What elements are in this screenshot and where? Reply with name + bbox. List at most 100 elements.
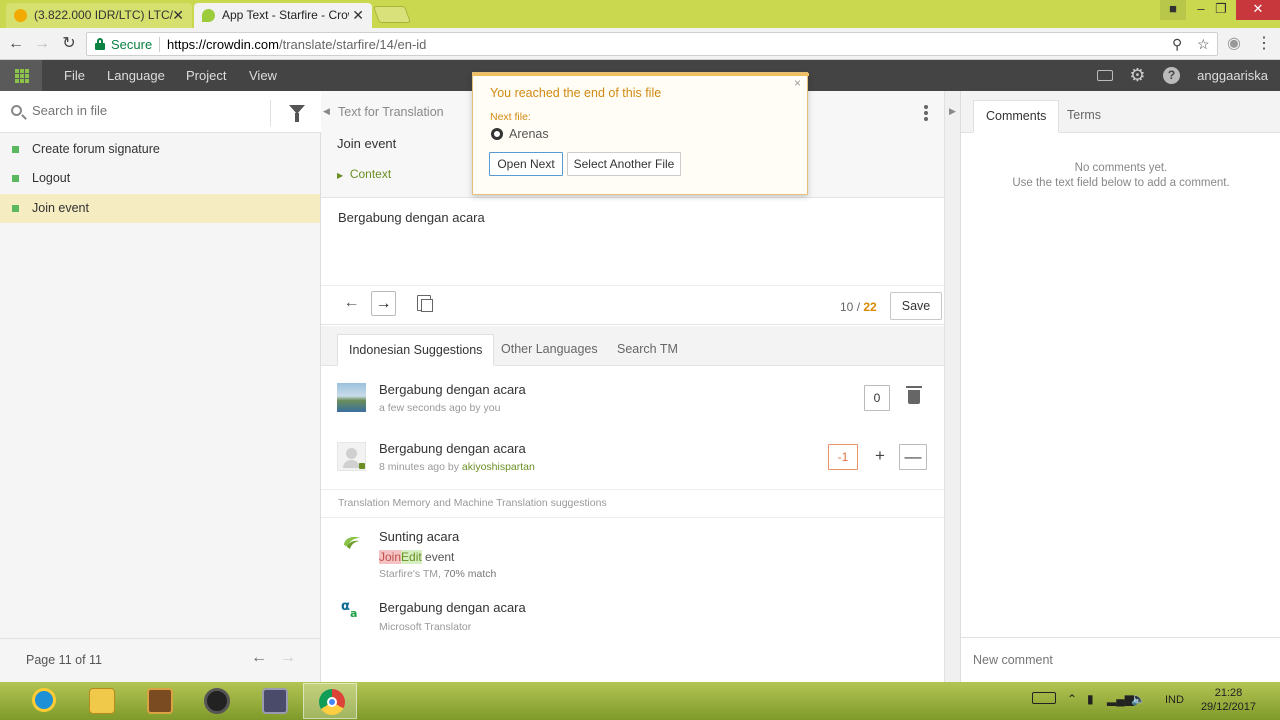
close-icon[interactable]: ✕ — [172, 3, 184, 28]
diff-rest: event — [421, 550, 455, 564]
collapse-left-icon[interactable]: ◀ — [323, 106, 330, 117]
string-row-join-event[interactable]: Join event — [0, 194, 320, 223]
tm-text[interactable]: Sunting acara — [379, 529, 459, 544]
user-icon[interactable]: ■ — [1160, 0, 1186, 20]
next-file-name[interactable]: Arenas — [509, 127, 549, 141]
system-tray: ⌃ ▮ ▂▄▆ 🔈 IND 21:28 29/12/2017 — [1020, 682, 1280, 720]
right-collapse-bar: ▶ — [944, 91, 960, 682]
string-row-logout[interactable]: Logout — [0, 164, 320, 193]
taskbar-app4[interactable] — [189, 683, 243, 719]
search-box — [0, 91, 321, 133]
apps-grid-icon[interactable] — [0, 60, 42, 91]
vote-down-icon[interactable]: — — [899, 444, 927, 470]
suggestion-meta: 8 minutes ago by akiyoshispartan — [379, 461, 535, 473]
mt-suggestion-item: α a Bergabung dengan acara Microsoft Tra… — [321, 589, 944, 659]
signal-icon[interactable]: ▂▄▆ — [1107, 692, 1134, 706]
chevron-up-icon[interactable]: ⌃ — [1067, 692, 1077, 706]
taskbar-ie[interactable] — [18, 683, 72, 719]
menu-view[interactable]: View — [249, 68, 277, 83]
end-of-file-popup: × You reached the end of this file Next … — [472, 72, 809, 195]
collapse-right-icon[interactable]: ▶ — [949, 106, 956, 117]
translated-status-icon — [12, 146, 19, 153]
back-icon[interactable]: ← — [7, 35, 25, 53]
search-input[interactable] — [32, 103, 262, 118]
battery-icon[interactable]: ▮ — [1087, 692, 1094, 706]
clock[interactable]: 21:28 29/12/2017 — [1201, 686, 1256, 714]
tm-source-diff: JoinEdit event — [379, 550, 454, 564]
zoom-icon[interactable]: ⚲ — [1172, 36, 1182, 53]
prev-page-icon[interactable]: ← — [251, 649, 267, 667]
extension-icon[interactable]: ◉ — [1225, 35, 1243, 53]
filter-icon[interactable] — [289, 105, 305, 122]
taskbar-explorer[interactable] — [74, 683, 128, 719]
new-tab-button[interactable] — [372, 6, 412, 23]
save-button[interactable]: Save — [890, 292, 942, 320]
tab-terms[interactable]: Terms — [1055, 100, 1113, 133]
tab-other-languages[interactable]: Other Languages — [490, 334, 609, 366]
no-comments-line2: Use the text field below to add a commen… — [1012, 177, 1230, 189]
menu-file[interactable]: File — [64, 68, 85, 83]
keyboard-icon[interactable] — [1097, 70, 1113, 81]
lock-icon — [95, 38, 105, 50]
reload-icon[interactable]: ↻ — [60, 35, 78, 53]
url-host: https://crowdin.com — [167, 37, 279, 52]
taskbar-app3[interactable] — [132, 683, 186, 719]
vote-up-icon[interactable]: + — [866, 444, 894, 470]
close-icon[interactable]: × — [794, 76, 801, 90]
url-text[interactable]: https://crowdin.com/translate/starfire/1… — [167, 37, 426, 52]
keyboard-icon[interactable] — [1032, 692, 1056, 704]
pagination: Page 11 of 11 ← → — [0, 638, 321, 682]
counter-total: 22 — [863, 300, 877, 314]
window-close-button[interactable]: ✕ — [1236, 0, 1280, 20]
editor-toolbar: ← → 10 / 22 Save — [321, 285, 944, 325]
mt-text[interactable]: Bergabung dengan acara — [379, 600, 526, 615]
menu-project[interactable]: Project — [186, 68, 226, 83]
volume-icon[interactable]: 🔈 — [1131, 692, 1146, 706]
string-label: Join event — [32, 201, 89, 215]
suggestion-author[interactable]: akiyoshispartan — [462, 461, 535, 473]
taskbar-chrome[interactable] — [303, 683, 357, 719]
counter-current: 10 — [840, 300, 854, 314]
next-string-button[interactable]: → — [371, 291, 396, 316]
next-file-radio[interactable] — [491, 128, 503, 140]
star-icon[interactable]: ☆ — [1197, 36, 1210, 53]
clock-date: 29/12/2017 — [1200, 701, 1256, 713]
address-bar[interactable]: Secure https://crowdin.com/translate/sta… — [86, 32, 1218, 56]
tab-indonesian-suggestions[interactable]: Indonesian Suggestions — [337, 334, 495, 366]
tm-suggestion-item: Sunting acara JoinEdit event Starfire's … — [321, 517, 944, 589]
tab-comments[interactable]: Comments — [973, 100, 1060, 133]
context-toggle[interactable]: ▶ Context — [337, 167, 391, 181]
browser-tab-ltc[interactable]: (3.822.000 IDR/LTC) LTC/ ✕ — [6, 3, 192, 28]
string-row-create-forum-signature[interactable]: Create forum signature — [0, 135, 320, 164]
language-indicator[interactable]: IND — [1165, 694, 1184, 706]
maximize-button[interactable]: ❐ — [1208, 0, 1234, 20]
help-icon[interactable]: ? — [1163, 67, 1180, 84]
comment-input[interactable] — [973, 653, 1263, 667]
username[interactable]: anggaariska — [1197, 68, 1268, 83]
menu-language[interactable]: Language — [107, 68, 165, 83]
next-file-label: Next file: — [490, 111, 531, 123]
chrome-menu-icon[interactable]: ⋮ — [1255, 35, 1273, 53]
tab-title: (3.822.000 IDR/LTC) LTC/ — [34, 8, 173, 22]
mt-meta: Microsoft Translator — [379, 621, 472, 633]
prev-string-button[interactable]: ← — [339, 291, 364, 316]
suggestions-tabs: Indonesian Suggestions Other Languages S… — [321, 326, 944, 366]
more-options-icon[interactable] — [924, 105, 928, 121]
open-next-button[interactable]: Open Next — [489, 152, 563, 176]
tm-match-percent: 70% match — [443, 568, 497, 580]
select-another-file-button[interactable]: Select Another File — [567, 152, 681, 176]
speaker-icon — [204, 688, 230, 714]
close-icon[interactable]: ✕ — [349, 3, 364, 28]
suggestion-text[interactable]: Bergabung dengan acara — [379, 441, 526, 456]
gear-icon[interactable]: ⚙ — [1129, 66, 1146, 84]
taskbar-app5[interactable] — [247, 683, 301, 719]
translation-textarea[interactable]: Bergabung dengan acara — [338, 210, 485, 225]
browser-tab-crowdin[interactable]: App Text - Starfire - Crow ✕ — [194, 3, 372, 28]
forward-icon[interactable]: → — [33, 35, 51, 53]
strings-panel: Create forum signature Logout Join event… — [0, 91, 321, 682]
tab-search-tm[interactable]: Search TM — [606, 334, 689, 366]
trash-icon[interactable] — [906, 386, 922, 404]
copy-source-icon[interactable] — [417, 295, 433, 312]
next-page-icon[interactable]: → — [280, 649, 296, 667]
suggestion-text[interactable]: Bergabung dengan acara — [379, 382, 526, 397]
